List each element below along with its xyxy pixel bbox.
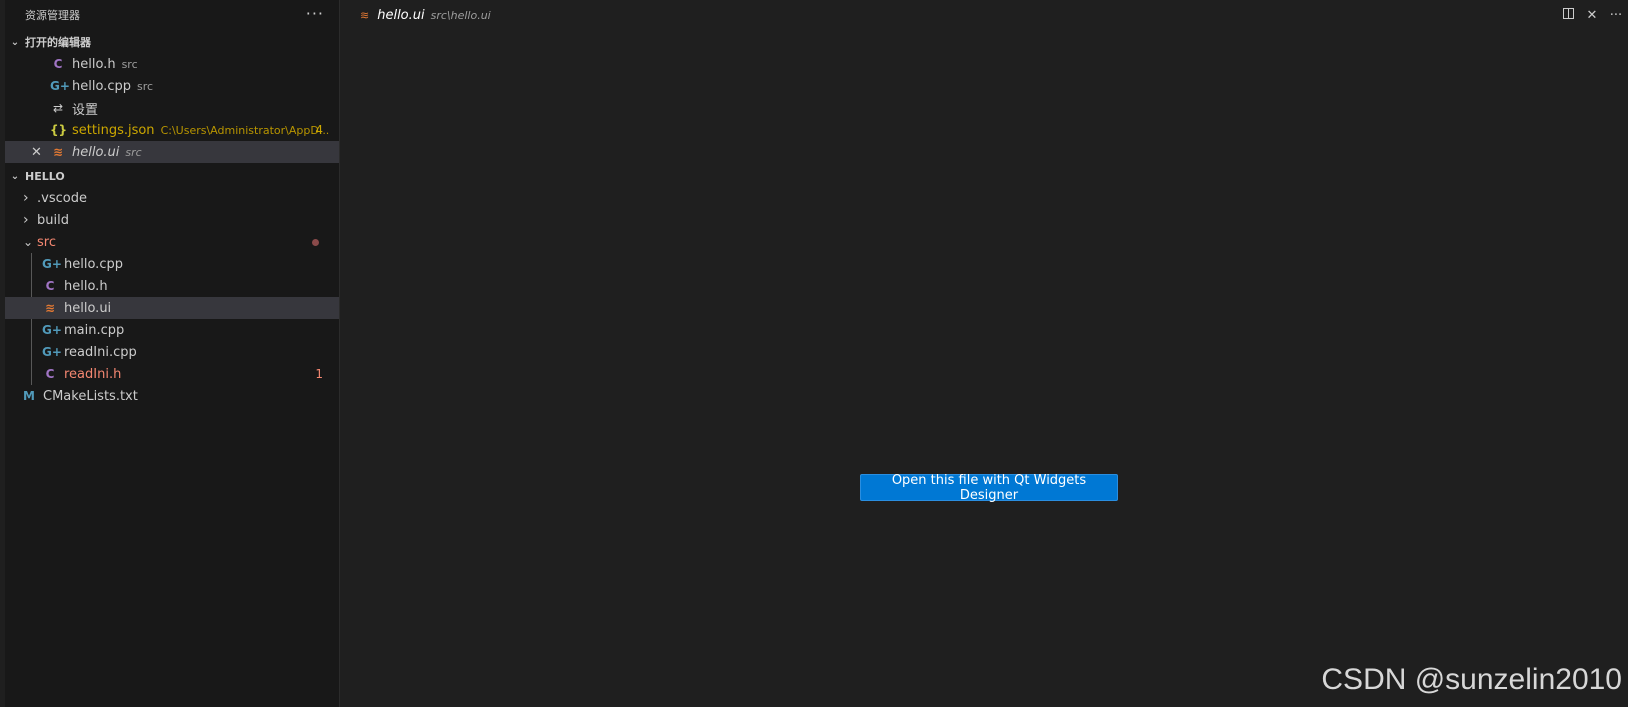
ui-file-icon: ≋ <box>44 301 56 315</box>
close-icon[interactable]: ✕ <box>1580 8 1604 23</box>
split-editor-icon[interactable] <box>1556 7 1580 23</box>
file-label: readIni.cpp <box>64 344 137 360</box>
file-label: CMakeLists.txt <box>43 388 138 404</box>
ui-file-icon: ≋ <box>360 8 370 22</box>
more-actions-icon[interactable]: ··· <box>306 4 324 23</box>
tab-path: src\hello.ui <box>430 8 491 22</box>
folder-src[interactable]: ⌄ src <box>5 231 339 253</box>
c-header-icon: C <box>53 57 63 71</box>
file-cmakelists[interactable]: M CMakeLists.txt <box>5 385 339 407</box>
editor-area <box>340 30 1628 707</box>
watermark: CSDN @sunzelin2010 <box>1321 663 1622 696</box>
open-in-designer-button[interactable]: Open this file with Qt Widgets Designer <box>860 473 1118 503</box>
open-editor-desc: src <box>136 79 154 93</box>
open-editor-item-hello-ui[interactable]: ✕ ≋ hello.ui src <box>5 141 339 163</box>
open-editor-label: hello.h <box>72 56 116 72</box>
open-editor-label: settings.json <box>72 122 155 138</box>
explorer-sidebar: 资源管理器 ··· ⌄ 打开的编辑器 C hello.h src G+ hell… <box>0 0 340 707</box>
explorer-title: 资源管理器 <box>25 9 80 22</box>
open-editor-item-settings-json[interactable]: {} settings.json C:\Users\Administrator\… <box>5 119 339 141</box>
cpp-file-icon: G+ <box>42 323 62 337</box>
folder-label: build <box>37 212 69 228</box>
file-hello-h[interactable]: C hello.h <box>5 275 339 297</box>
open-editor-label: 设置 <box>72 102 99 118</box>
chevron-down-icon: ⌄ <box>10 170 20 182</box>
cpp-file-icon: G+ <box>50 79 70 93</box>
c-header-icon: C <box>45 367 55 381</box>
settings-icon: ⇄ <box>52 101 64 115</box>
editor-tabbar: ≋ hello.ui src\hello.ui ✕ ··· <box>340 0 1628 30</box>
modified-dot-icon <box>312 239 319 246</box>
cmake-file-icon: M <box>23 389 35 403</box>
file-readini-h[interactable]: C readIni.h 1 <box>5 363 339 385</box>
file-hello-ui[interactable]: ≋ hello.ui <box>5 297 339 319</box>
cpp-file-icon: G+ <box>42 345 62 359</box>
chevron-down-icon: ⌄ <box>23 235 34 249</box>
open-editor-label: hello.ui <box>72 144 120 160</box>
more-actions-icon[interactable]: ··· <box>1604 8 1628 23</box>
open-editor-desc: src <box>125 145 142 159</box>
tab-title: hello.ui <box>377 7 425 23</box>
tab-hello-ui[interactable]: ≋ hello.ui src\hello.ui <box>360 0 491 30</box>
ui-file-icon: ≋ <box>52 145 64 159</box>
close-icon[interactable]: ✕ <box>31 145 45 160</box>
workspace-title: HELLO <box>25 169 65 183</box>
file-readini-cpp[interactable]: G+ readIni.cpp <box>5 341 339 363</box>
c-header-icon: C <box>45 279 55 293</box>
editor-actions: ✕ ··· <box>1556 0 1628 30</box>
open-editor-item-hello-h[interactable]: C hello.h src <box>5 53 339 75</box>
json-icon: {} <box>50 123 68 137</box>
cpp-file-icon: G+ <box>42 257 62 271</box>
folder-vscode[interactable]: › .vscode <box>5 187 339 209</box>
open-editors-section[interactable]: ⌄ 打开的编辑器 <box>5 31 339 53</box>
chevron-down-icon: ⌄ <box>10 36 20 48</box>
chevron-right-icon: › <box>23 190 29 206</box>
file-label: main.cpp <box>64 322 125 338</box>
file-label: hello.h <box>64 278 108 294</box>
open-editor-desc: src <box>121 57 138 71</box>
folder-build[interactable]: › build <box>5 209 339 231</box>
explorer-header: 资源管理器 ··· <box>25 0 339 30</box>
folder-label: src <box>37 234 56 250</box>
open-editor-label: hello.cpp <box>72 78 131 94</box>
warning-count-badge: 4 <box>315 123 323 137</box>
open-editor-item-hello-cpp[interactable]: G+ hello.cpp src <box>5 75 339 97</box>
folder-label: .vscode <box>37 190 87 206</box>
file-label: hello.ui <box>64 300 112 316</box>
chevron-right-icon: › <box>23 212 29 228</box>
file-label: hello.cpp <box>64 256 123 272</box>
open-editors-title: 打开的编辑器 <box>25 36 91 49</box>
file-hello-cpp[interactable]: G+ hello.cpp <box>5 253 339 275</box>
error-count-badge: 1 <box>315 367 323 381</box>
workspace-section[interactable]: ⌄ HELLO <box>5 165 339 187</box>
open-editor-desc: C:\Users\Administrator\AppD... <box>160 123 330 137</box>
file-main-cpp[interactable]: G+ main.cpp <box>5 319 339 341</box>
open-editor-item-settings[interactable]: ⇄ 设置 <box>5 97 339 119</box>
file-label: readIni.h <box>64 366 122 382</box>
